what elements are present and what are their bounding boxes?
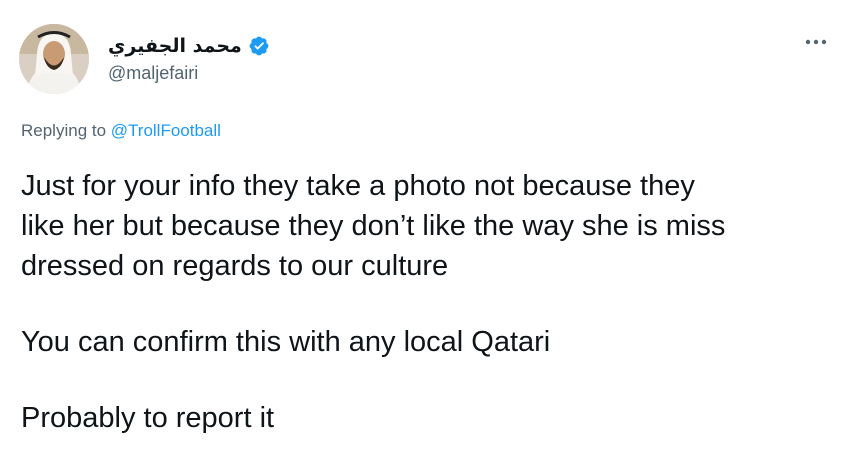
tweet-line: like her but because they don’t like the…: [21, 210, 726, 242]
tweet-line: dressed on regards to our culture: [21, 250, 449, 282]
reply-mention-link[interactable]: @TrollFootball: [111, 121, 221, 140]
avatar[interactable]: [19, 24, 89, 94]
tweet-card: محمد الجفيري @maljefairi Replying to @Tr…: [0, 0, 850, 475]
tweet-line: You can confirm this with any local Qata…: [21, 326, 551, 358]
user-avatar-photo-icon: [19, 24, 89, 94]
more-horizontal-icon: [805, 39, 827, 45]
author-name-row: محمد الجفيري: [108, 33, 270, 59]
tweet-line: Just for your info they take a photo not…: [21, 170, 695, 202]
tweet-text: Just for your info they take a photo not…: [21, 166, 841, 438]
more-options-button[interactable]: [802, 30, 830, 54]
replying-to: Replying to @TrollFootball: [21, 120, 221, 142]
display-name[interactable]: محمد الجفيري: [108, 33, 242, 59]
tweet-line: Probably to report it: [21, 402, 275, 434]
verified-badge-icon: [249, 36, 269, 56]
replying-to-label: Replying to: [21, 121, 111, 140]
author-handle[interactable]: @maljefairi: [108, 62, 198, 84]
